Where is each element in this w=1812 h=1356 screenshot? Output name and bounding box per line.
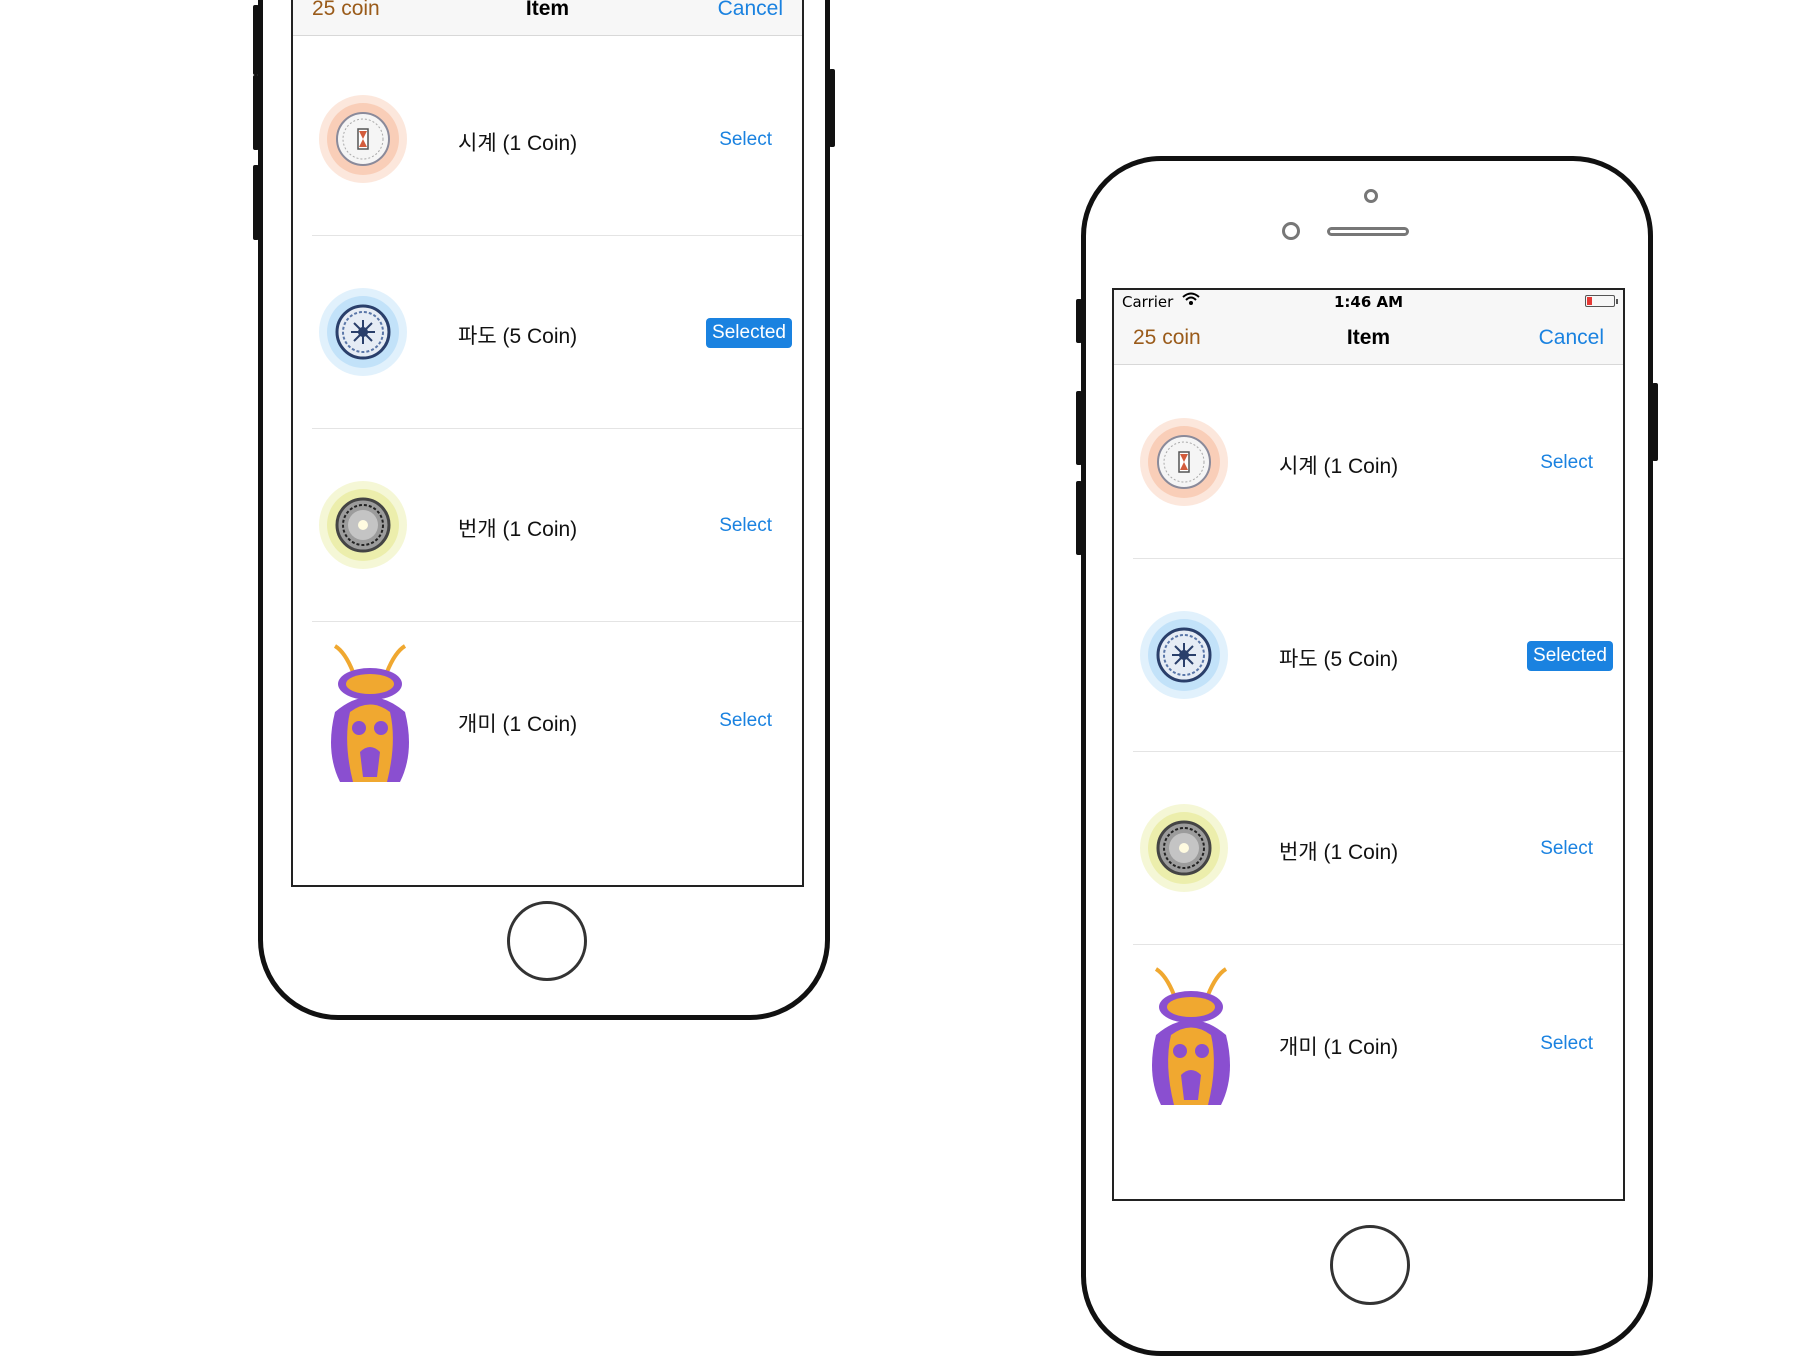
cancel-button[interactable]: Cancel	[718, 0, 783, 21]
select-button[interactable]: Select	[1534, 1029, 1599, 1059]
front-camera-icon	[1282, 222, 1300, 240]
left-phone-power-button	[829, 69, 835, 147]
item-label: 번개 (1 Coin)	[1279, 841, 1399, 864]
right-phone-volume-up	[1076, 391, 1082, 465]
item-label: 파도 (5 Coin)	[458, 325, 578, 348]
right-phone-home-button[interactable]	[1330, 1225, 1410, 1305]
left-phone-screen: 25 coin Item Cancel 시계 (1 Coin) Select 파도	[291, 0, 804, 887]
ant-icon	[1136, 965, 1246, 1109]
item-label: 개미 (1 Coin)	[458, 713, 578, 736]
status-time: 1:46 AM	[1333, 293, 1404, 311]
wave-orb-icon	[1139, 610, 1229, 704]
item-label: 번개 (1 Coin)	[458, 518, 578, 541]
selected-button[interactable]: Selected	[706, 318, 792, 348]
item-row[interactable]: 번개 (1 Coin) Select	[1114, 752, 1623, 945]
select-button[interactable]: Select	[713, 511, 778, 541]
right-phone-frame: Carrier 1:46 AM 25 coin Item Cancel 시계 (…	[1076, 156, 1658, 1356]
left-phone-mute-switch	[253, 5, 259, 75]
item-row[interactable]: 시계 (1 Coin) Select	[1114, 366, 1623, 559]
item-row[interactable]: 개미 (1 Coin) Select	[1114, 945, 1623, 1138]
status-bar: Carrier 1:46 AM	[1114, 290, 1623, 314]
right-phone-power-button	[1652, 383, 1658, 461]
selected-button[interactable]: Selected	[1527, 641, 1613, 671]
lightning-orb-icon	[318, 480, 408, 574]
left-phone-home-button[interactable]	[507, 901, 587, 981]
lightning-orb-icon	[1139, 803, 1229, 897]
ant-icon	[315, 642, 425, 786]
cancel-button[interactable]: Cancel	[1539, 326, 1604, 350]
right-phone-volume-down	[1076, 481, 1082, 555]
nav-bar: 25 coin Item Cancel	[293, 0, 802, 36]
clock-orb-icon	[318, 94, 408, 188]
earpiece-speaker	[1327, 227, 1409, 236]
item-row[interactable]: 개미 (1 Coin) Select	[293, 622, 802, 815]
item-row[interactable]: 파도 (5 Coin) Selected	[1114, 559, 1623, 752]
select-button[interactable]: Select	[1534, 448, 1599, 478]
left-phone-volume-down	[253, 165, 259, 240]
select-button[interactable]: Select	[1534, 834, 1599, 864]
left-phone-volume-up	[253, 75, 259, 150]
item-label: 개미 (1 Coin)	[1279, 1036, 1399, 1059]
clock-orb-icon	[1139, 417, 1229, 511]
right-phone-mute-switch	[1076, 299, 1082, 343]
item-label: 파도 (5 Coin)	[1279, 648, 1399, 671]
item-row[interactable]: 파도 (5 Coin) Selected	[293, 236, 802, 429]
wave-orb-icon	[318, 287, 408, 381]
nav-bar: 25 coin Item Cancel	[1114, 314, 1623, 365]
item-row[interactable]: 시계 (1 Coin) Select	[293, 43, 802, 236]
select-button[interactable]: Select	[713, 706, 778, 736]
proximity-sensor-icon	[1364, 189, 1378, 203]
coin-balance: 25 coin	[312, 0, 380, 20]
item-label: 시계 (1 Coin)	[458, 132, 578, 155]
left-phone-frame: 25 coin Item Cancel 시계 (1 Coin) Select 파도	[253, 0, 835, 1020]
battery-icon	[1585, 295, 1618, 307]
right-phone-screen: Carrier 1:46 AM 25 coin Item Cancel 시계 (…	[1112, 288, 1625, 1201]
coin-balance: 25 coin	[1133, 326, 1201, 349]
item-label: 시계 (1 Coin)	[1279, 455, 1399, 478]
select-button[interactable]: Select	[713, 125, 778, 155]
item-row[interactable]: 번개 (1 Coin) Select	[293, 429, 802, 622]
